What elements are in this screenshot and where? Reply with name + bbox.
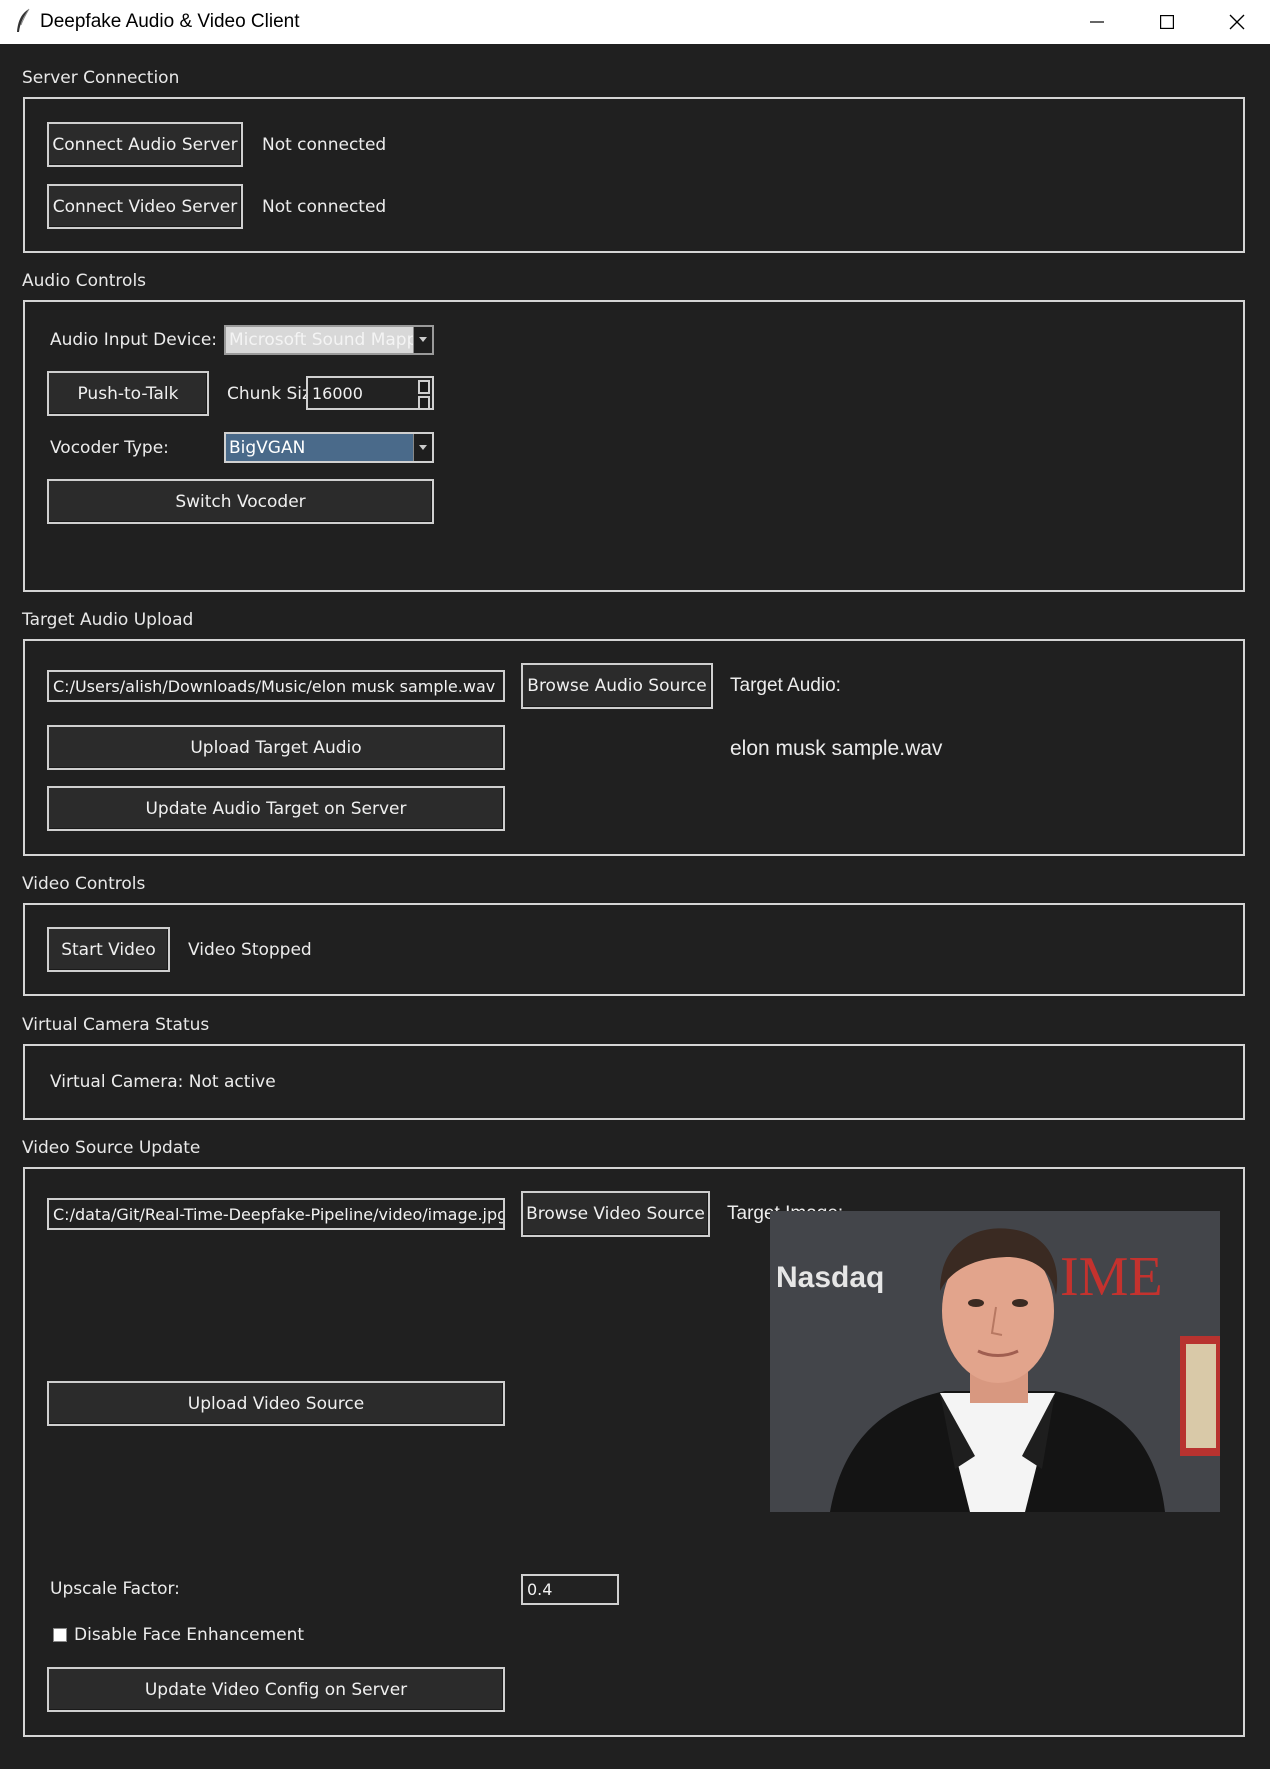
video-status: Video Stopped [188,940,312,960]
virtual-camera-heading: Virtual Camera Status [22,1015,210,1035]
update-video-config-button[interactable]: Update Video Config on Server [47,1667,505,1712]
browse-video-source-button[interactable]: Browse Video Source [521,1191,710,1237]
audio-controls-heading: Audio Controls [22,271,147,291]
image-magazine-text: IME [1060,1246,1163,1308]
audio-input-device-select[interactable]: Microsoft Sound Mapp [224,325,434,355]
image-logo-text: Nasdaq [776,1261,884,1294]
connect-audio-server-button[interactable]: Connect Audio Server [47,122,243,167]
audio-input-device-label: Audio Input Device: [50,330,218,350]
window-title: Deepfake Audio & Video Client [40,11,300,32]
minimize-button[interactable] [1062,0,1132,44]
chunk-size-value: 16000 [312,383,363,403]
upscale-factor-label: Upscale Factor: [50,1579,180,1599]
upload-target-audio-button[interactable]: Upload Target Audio [47,725,505,770]
disable-face-enhancement-checkbox[interactable] [53,1628,67,1642]
push-to-talk-button[interactable]: Push-to-Talk [47,371,209,416]
chevron-down-icon[interactable] [413,434,432,461]
connect-video-server-button[interactable]: Connect Video Server [47,184,243,229]
switch-vocoder-button[interactable]: Switch Vocoder [47,479,434,524]
start-video-button[interactable]: Start Video [47,927,170,972]
maximize-button[interactable] [1132,0,1202,44]
audio-server-status: Not connected [262,135,387,155]
video-path-input[interactable]: C:/data/Git/Real-Time-Deepfake-Pipeline/… [47,1198,505,1230]
virtual-camera-status: Virtual Camera: Not active [50,1072,276,1092]
disable-face-enhancement-label: Disable Face Enhancement [74,1625,305,1645]
chunk-size-label: Chunk Siz [227,384,311,404]
upload-video-source-button[interactable]: Upload Video Source [47,1381,505,1426]
vocoder-type-select[interactable]: BigVGAN [224,432,434,463]
vocoder-type-value: BigVGAN [226,434,413,461]
close-icon [1229,14,1245,30]
video-source-heading: Video Source Update [22,1138,201,1158]
audio-path-input[interactable]: C:/Users/alish/Downloads/Music/elon musk… [47,670,505,702]
video-server-status: Not connected [262,197,387,217]
maximize-icon [1160,15,1174,29]
audio-input-device-value: Microsoft Sound Mapp [226,327,413,353]
feather-icon [17,8,30,32]
close-button[interactable] [1202,0,1270,44]
chevron-down-icon[interactable] [413,327,432,353]
target-image-preview: Nasdaq IME [770,1211,1220,1512]
target-face-image: Nasdaq IME [770,1211,1220,1512]
server-connection-frame [23,97,1245,253]
vocoder-type-label: Vocoder Type: [50,438,169,458]
target-audio-filename: elon musk sample.wav [730,737,943,760]
target-audio-label: Target Audio: [730,675,841,696]
server-connection-heading: Server Connection [22,68,180,88]
spinbox-arrows[interactable] [418,380,430,408]
browse-audio-source-button[interactable]: Browse Audio Source [521,663,713,709]
update-audio-target-button[interactable]: Update Audio Target on Server [47,786,505,831]
minimize-icon [1090,21,1104,23]
chunk-size-spinbox[interactable]: 16000 [306,376,434,410]
video-controls-heading: Video Controls [22,874,146,894]
upscale-factor-input[interactable]: 0.4 [521,1574,619,1605]
target-audio-heading: Target Audio Upload [22,610,194,630]
title-bar: Deepfake Audio & Video Client [0,0,1270,44]
